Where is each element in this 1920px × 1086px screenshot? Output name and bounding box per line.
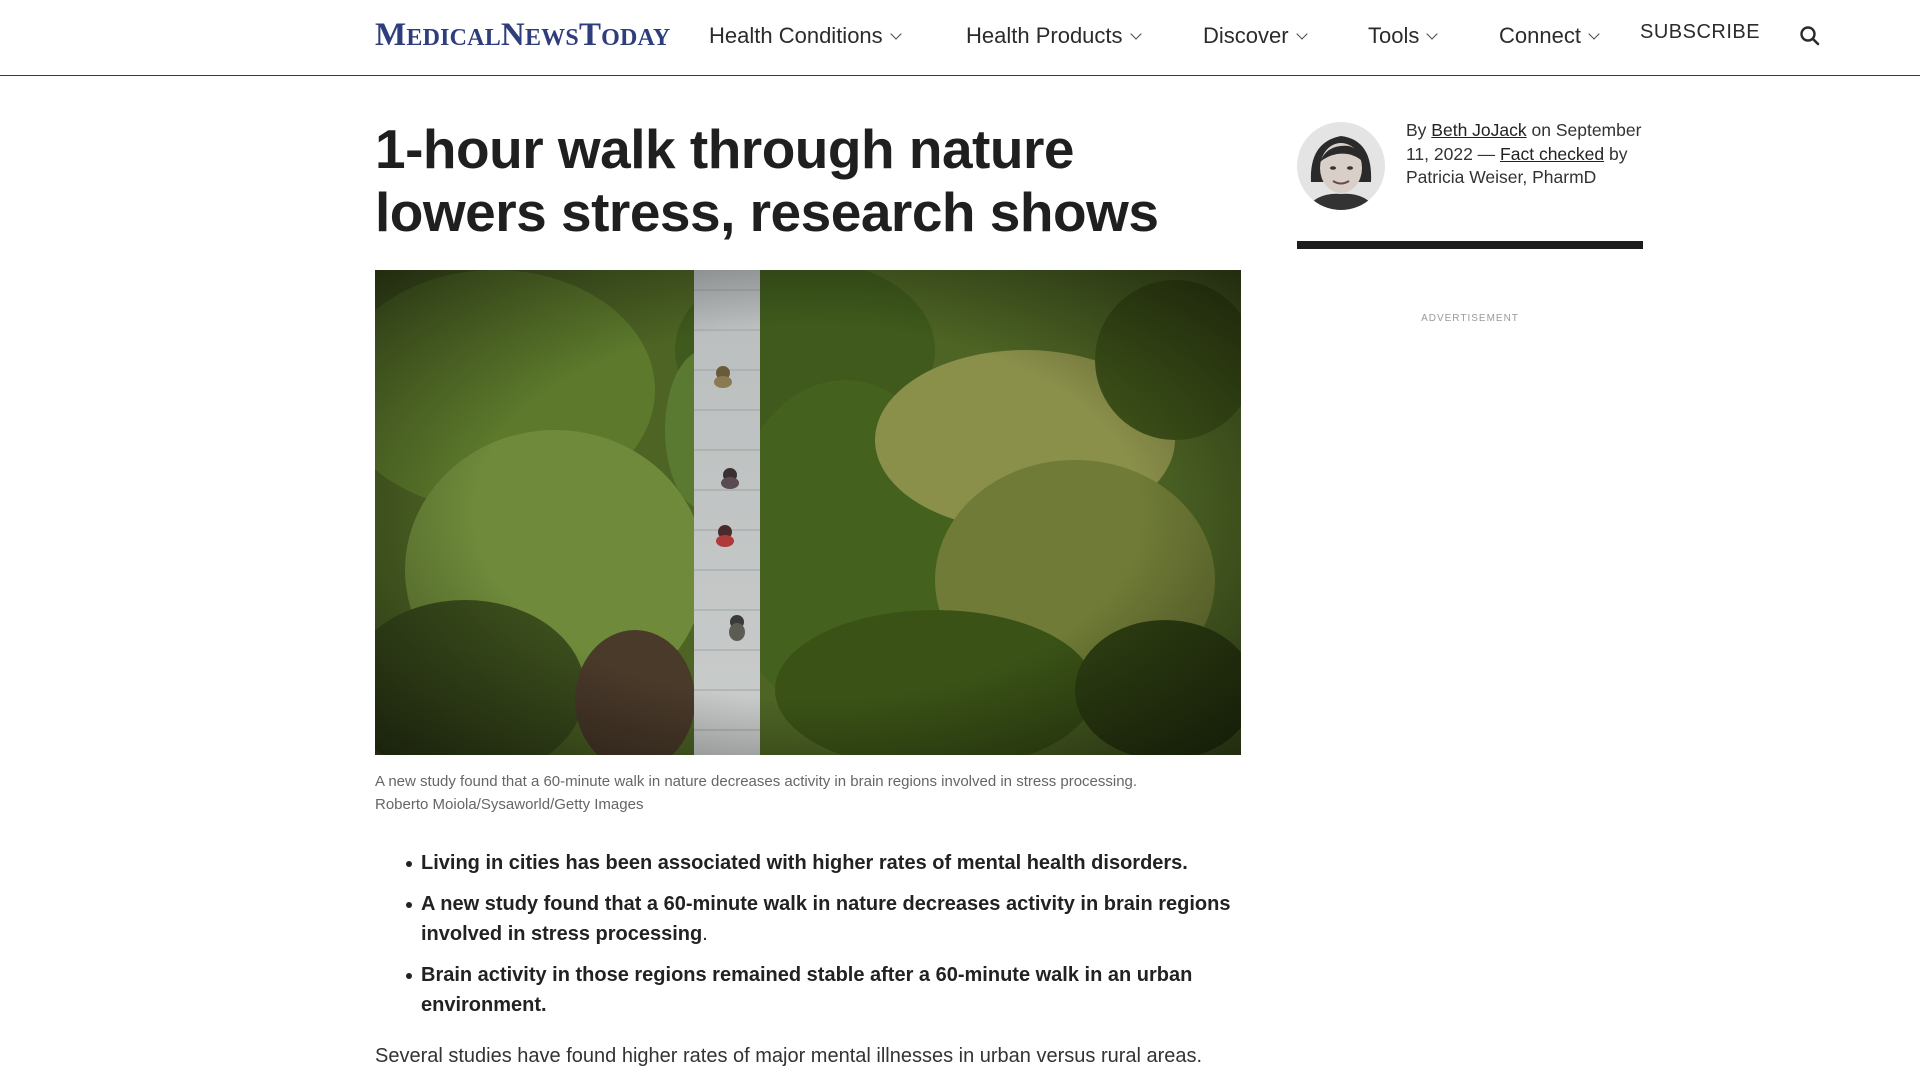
nav-label: Health Conditions (709, 23, 883, 48)
logo-letter-m: M (375, 17, 407, 53)
chevron-down-icon (1295, 27, 1308, 40)
search-button[interactable] (1797, 23, 1823, 49)
key-point-text: A new study found that a 60-minute walk … (421, 893, 1231, 945)
author-photo (1297, 122, 1385, 210)
site-logo[interactable]: M edical N ews T oday (375, 17, 670, 53)
nav-health-conditions[interactable]: Health Conditions (709, 20, 902, 52)
byline-by: By (1406, 120, 1432, 140)
key-point-text: Living in cities has been associated wit… (421, 852, 1188, 874)
nav-discover[interactable]: Discover (1203, 20, 1308, 52)
chevron-down-icon (1588, 27, 1600, 40)
logo-word-medical: edical (406, 25, 501, 51)
chevron-down-icon (890, 27, 902, 40)
fact-checked-link[interactable]: Fact checked (1500, 144, 1604, 164)
chevron-down-icon (1129, 27, 1142, 40)
logo-word-today: oday (601, 25, 671, 51)
nav-label: Connect (1499, 23, 1581, 48)
logo-letter-t: T (578, 17, 602, 53)
author-avatar[interactable] (1297, 122, 1385, 210)
lead-paragraph: Several studies have found higher rates … (375, 1045, 1203, 1067)
nav-health-products[interactable]: Health Products (966, 20, 1142, 52)
article-title: 1-hour walk through nature lowers stress… (375, 118, 1159, 243)
site-header: M edical N ews T oday Health Conditions … (0, 0, 1920, 76)
image-caption: A new study found that a 60-minute walk … (375, 773, 1138, 790)
logo-letter-n: N (500, 17, 525, 53)
byline: By Beth JoJack on September 11, 2022 — F… (1406, 119, 1646, 190)
chevron-down-icon (1426, 27, 1439, 40)
image-caption-block: A new study found that a 60-minute walk … (375, 770, 1255, 816)
search-icon (1800, 26, 1820, 46)
nav-label: Discover (1203, 23, 1289, 48)
key-point-tail: . (702, 923, 708, 945)
logo-word-news: ews (524, 25, 579, 51)
image-credit: Roberto Moiola/Sysaworld/Getty Images (375, 796, 644, 813)
article-hero-image (375, 270, 1241, 755)
key-point-text: Brain activity in those regions remained… (421, 964, 1193, 1016)
advertisement-label: ADVERTISEMENT (1421, 313, 1519, 324)
nav-label: Tools (1368, 23, 1420, 48)
sidebar-divider (1297, 241, 1643, 249)
boardwalk-aerial-photo (375, 270, 1241, 755)
key-point: Brain activity in those regions remained… (375, 960, 1255, 1020)
nav-tools[interactable]: Tools (1368, 20, 1439, 52)
key-points-list: Living in cities has been associated wit… (375, 848, 1255, 1031)
author-link[interactable]: Beth JoJack (1431, 120, 1526, 140)
nav-connect[interactable]: Connect (1499, 20, 1600, 52)
subscribe-link[interactable]: SUBSCRIBE (1640, 21, 1760, 44)
key-point: Living in cities has been associated wit… (375, 848, 1255, 878)
nav-label: Health Products (966, 23, 1123, 48)
key-point: A new study found that a 60-minute walk … (375, 889, 1255, 949)
